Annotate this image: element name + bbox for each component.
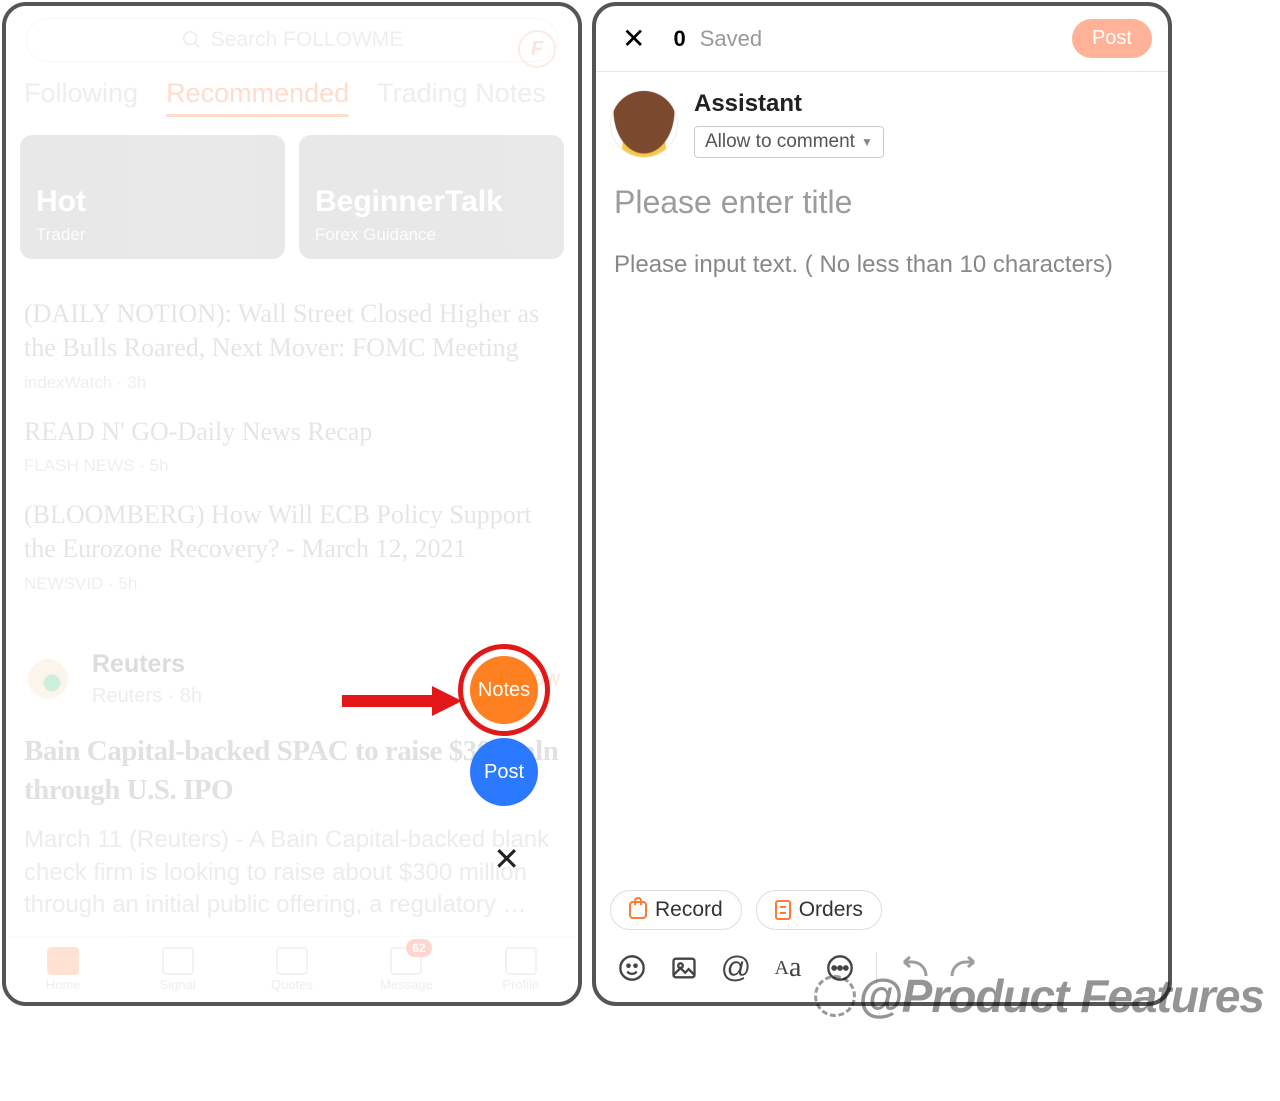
saved-label: Saved bbox=[700, 26, 762, 52]
body-input[interactable]: Please input text. ( No less than 10 cha… bbox=[614, 251, 1150, 279]
feed-tabs: Following Recommended Trading Notes bbox=[6, 72, 578, 109]
avatar bbox=[24, 655, 72, 703]
quotes-icon bbox=[276, 947, 308, 975]
nav-home[interactable]: Home bbox=[6, 937, 120, 1002]
fab-post[interactable]: Post bbox=[470, 738, 538, 806]
redo-icon[interactable] bbox=[939, 944, 991, 992]
feed-item-title[interactable]: (DAILY NOTION): Wall Street Closed Highe… bbox=[24, 297, 560, 365]
comment-permission-select[interactable]: Allow to comment ▼ bbox=[694, 126, 884, 158]
feed-item-meta: indexWatch · 3h bbox=[24, 373, 560, 393]
close-icon[interactable]: ✕ bbox=[612, 16, 655, 61]
feed-item-meta: FLASH NEWS · 5h bbox=[24, 456, 560, 476]
orders-pill[interactable]: Orders bbox=[756, 890, 882, 930]
tab-following[interactable]: Following bbox=[24, 78, 138, 109]
author-name: Assistant bbox=[694, 90, 884, 118]
chevron-down-icon: ▼ bbox=[861, 135, 873, 149]
orders-icon bbox=[775, 900, 791, 920]
card-hot-sub: Trader bbox=[36, 225, 269, 245]
attachment-pills: Record Orders bbox=[610, 890, 882, 930]
nav-message[interactable]: Message 62 bbox=[349, 937, 463, 1002]
compose-topbar: ✕ 0 Saved Post bbox=[596, 6, 1168, 72]
tab-trading-notes[interactable]: Trading Notes bbox=[377, 78, 546, 109]
card-hot[interactable]: Hot Trader bbox=[20, 135, 285, 259]
mention-icon[interactable]: @ bbox=[710, 944, 762, 992]
feed-item-meta: NEWSVID · 5h bbox=[24, 574, 560, 594]
more-icon[interactable] bbox=[814, 944, 866, 992]
avatar bbox=[610, 90, 678, 158]
nav-signal[interactable]: Signal bbox=[120, 937, 234, 1002]
comment-permission-label: Allow to comment bbox=[705, 131, 855, 153]
card-beg-title: BeginnerTalk bbox=[315, 185, 548, 219]
card-hot-title: Hot bbox=[36, 185, 269, 219]
emoji-icon[interactable] bbox=[606, 944, 658, 992]
nav-quotes[interactable]: Quotes bbox=[235, 937, 349, 1002]
font-icon[interactable]: Aa bbox=[762, 944, 814, 992]
left-phone-frame: Search FOLLOWME F Following Recommended … bbox=[2, 2, 582, 1006]
fab-close-icon[interactable]: ✕ bbox=[493, 840, 520, 878]
search-input[interactable]: Search FOLLOWME bbox=[26, 18, 558, 62]
message-badge: 62 bbox=[406, 939, 431, 957]
compose-toolbar: @ Aa bbox=[596, 940, 1168, 996]
trophy-icon bbox=[629, 901, 647, 919]
annotation-circle bbox=[458, 644, 550, 736]
coin-icon[interactable]: F bbox=[518, 30, 556, 68]
author-meta: Reuters · 8h bbox=[92, 685, 202, 708]
nav-profile[interactable]: Profile bbox=[464, 937, 578, 1002]
feed-item-title[interactable]: READ N' GO-Daily News Recap bbox=[24, 415, 560, 449]
compose-author: Assistant Allow to comment ▼ bbox=[596, 72, 1168, 162]
post-button[interactable]: Post bbox=[1072, 19, 1152, 58]
title-input[interactable]: Please enter title bbox=[614, 184, 1150, 221]
divider bbox=[876, 952, 877, 984]
search-placeholder: Search FOLLOWME bbox=[211, 28, 404, 52]
search-icon bbox=[181, 29, 203, 51]
undo-icon[interactable] bbox=[887, 944, 939, 992]
feed-item-title[interactable]: (BLOOMBERG) How Will ECB Policy Support … bbox=[24, 498, 560, 566]
signal-icon bbox=[162, 947, 194, 975]
bottom-nav: Home Signal Quotes Message 62 bbox=[6, 936, 578, 1002]
home-icon bbox=[47, 947, 79, 975]
card-beg-sub: Forex Guidance bbox=[315, 225, 548, 245]
record-pill[interactable]: Record bbox=[610, 890, 742, 930]
profile-icon bbox=[505, 947, 537, 975]
annotation-arrow bbox=[342, 686, 462, 716]
card-beginnertalk[interactable]: BeginnerTalk Forex Guidance bbox=[299, 135, 564, 259]
image-icon[interactable] bbox=[658, 944, 710, 992]
author-name[interactable]: Reuters bbox=[92, 650, 202, 679]
char-count: 0 bbox=[673, 26, 685, 52]
article-body: March 11 (Reuters) - A Bain Capital-back… bbox=[24, 824, 560, 921]
tab-recommended[interactable]: Recommended bbox=[166, 78, 349, 109]
right-phone-frame: ✕ 0 Saved Post Assistant Allow to commen… bbox=[592, 2, 1172, 1006]
